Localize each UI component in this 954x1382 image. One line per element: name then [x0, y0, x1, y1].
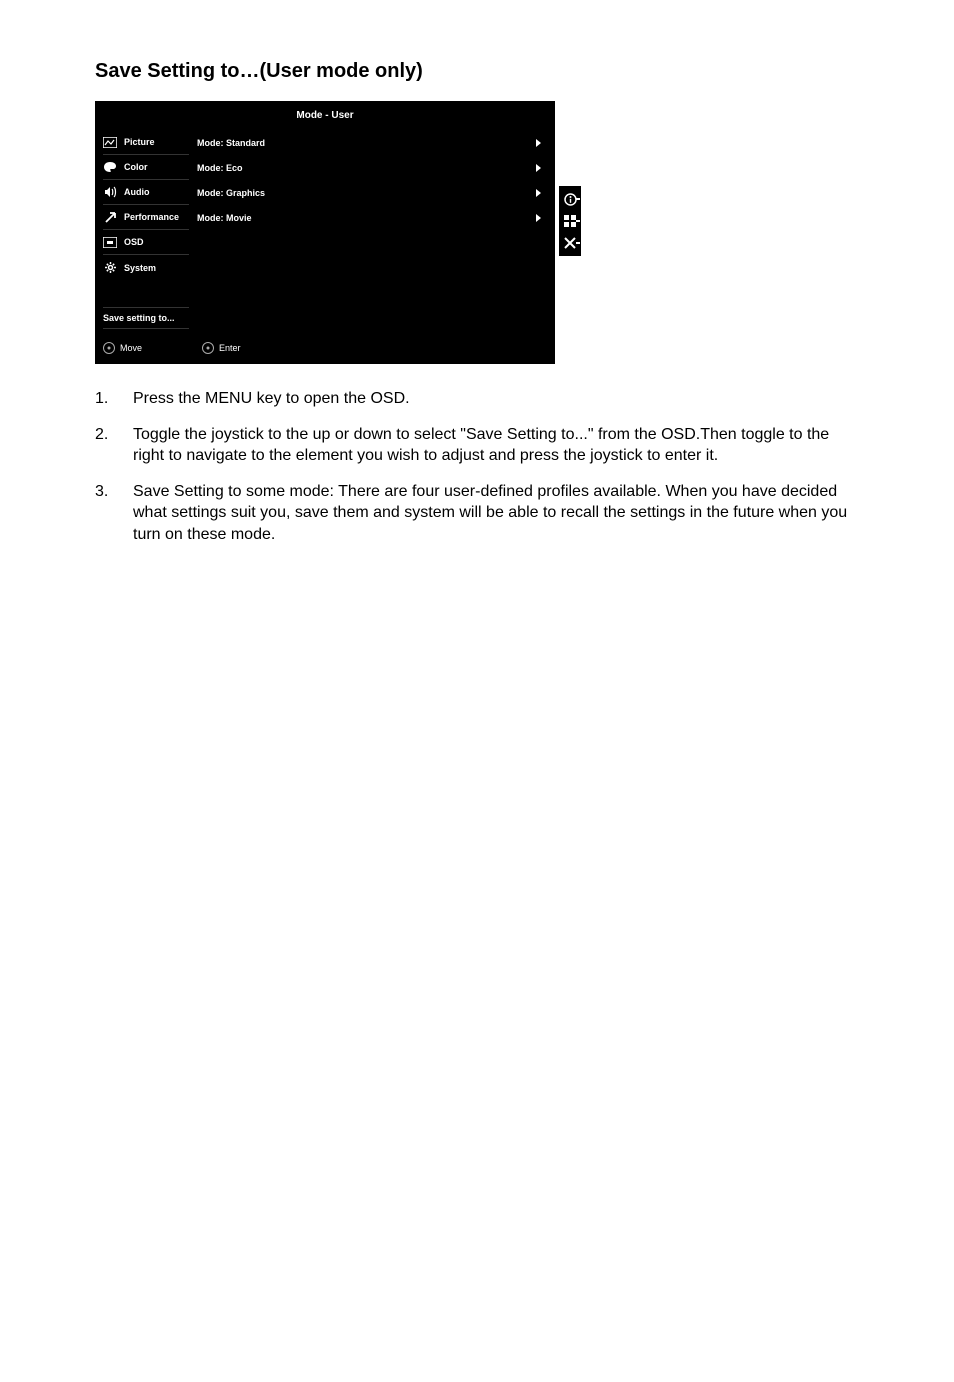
sidebar-item-osd[interactable]: OSD — [103, 230, 189, 255]
grid-icon[interactable] — [563, 214, 577, 228]
instruction-item: Toggle the joystick to the up or down to… — [95, 424, 859, 467]
save-setting-row[interactable]: Save setting to... — [95, 305, 555, 335]
mode-graphics-row[interactable]: Mode: Graphics — [197, 180, 541, 205]
sidebar-label: OSD — [124, 237, 144, 247]
sidebar-item-picture[interactable]: Picture — [103, 130, 189, 155]
sidebar-item-audio[interactable]: Audio — [103, 180, 189, 205]
osd-icon — [103, 235, 117, 249]
sidebar-label: Color — [124, 162, 148, 172]
osd-main: Mode: Standard Mode: Eco Mode: Graphics … — [197, 130, 555, 305]
mode-label: Mode: Graphics — [197, 188, 265, 198]
sidebar-item-color[interactable]: Color — [103, 155, 189, 180]
instruction-item: Press the MENU key to open the OSD. — [95, 388, 859, 410]
chevron-right-icon — [536, 189, 541, 197]
sidebar-item-performance[interactable]: Performance — [103, 205, 189, 230]
osd-footer: Move Enter — [95, 335, 555, 364]
sidebar-item-system[interactable]: System — [103, 255, 189, 280]
footer-enter: Enter — [202, 342, 241, 354]
footer-move-label: Move — [120, 343, 142, 353]
sidebar-label: Performance — [124, 212, 179, 222]
osd-header: Mode - User — [95, 101, 555, 130]
page-title: Save Setting to…(User mode only) — [95, 60, 859, 83]
palette-icon — [103, 160, 117, 174]
instruction-item: Save Setting to some mode: There are fou… — [95, 481, 859, 546]
sidebar-label: Audio — [124, 187, 150, 197]
mode-eco-row[interactable]: Mode: Eco — [197, 155, 541, 180]
osd-panel: Mode - User Picture Color — [95, 101, 555, 364]
sidebar-label: System — [124, 263, 156, 273]
chevron-right-icon — [536, 164, 541, 172]
chevron-right-icon — [536, 214, 541, 222]
mode-label: Mode: Eco — [197, 163, 243, 173]
close-icon[interactable] — [563, 236, 577, 250]
performance-icon — [103, 210, 117, 224]
mode-movie-row[interactable]: Mode: Movie — [197, 205, 541, 230]
info-icon[interactable] — [563, 192, 577, 206]
mode-standard-row[interactable]: Mode: Standard — [197, 130, 541, 155]
joystick-move-icon — [103, 342, 115, 354]
osd-screenshot: Mode - User Picture Color — [95, 101, 859, 364]
footer-move: Move — [103, 342, 142, 354]
gear-icon — [103, 261, 117, 275]
joystick-enter-icon — [202, 342, 214, 354]
chevron-right-icon — [536, 139, 541, 147]
footer-enter-label: Enter — [219, 343, 241, 353]
sidebar-label: Picture — [124, 137, 155, 147]
side-hotkey-bar — [559, 186, 581, 256]
picture-icon — [103, 135, 117, 149]
osd-sidebar: Picture Color Audio — [95, 130, 197, 305]
instructions-list: Press the MENU key to open the OSD. Togg… — [95, 388, 859, 546]
mode-label: Mode: Movie — [197, 213, 252, 223]
speaker-icon — [103, 185, 117, 199]
mode-label: Mode: Standard — [197, 138, 265, 148]
